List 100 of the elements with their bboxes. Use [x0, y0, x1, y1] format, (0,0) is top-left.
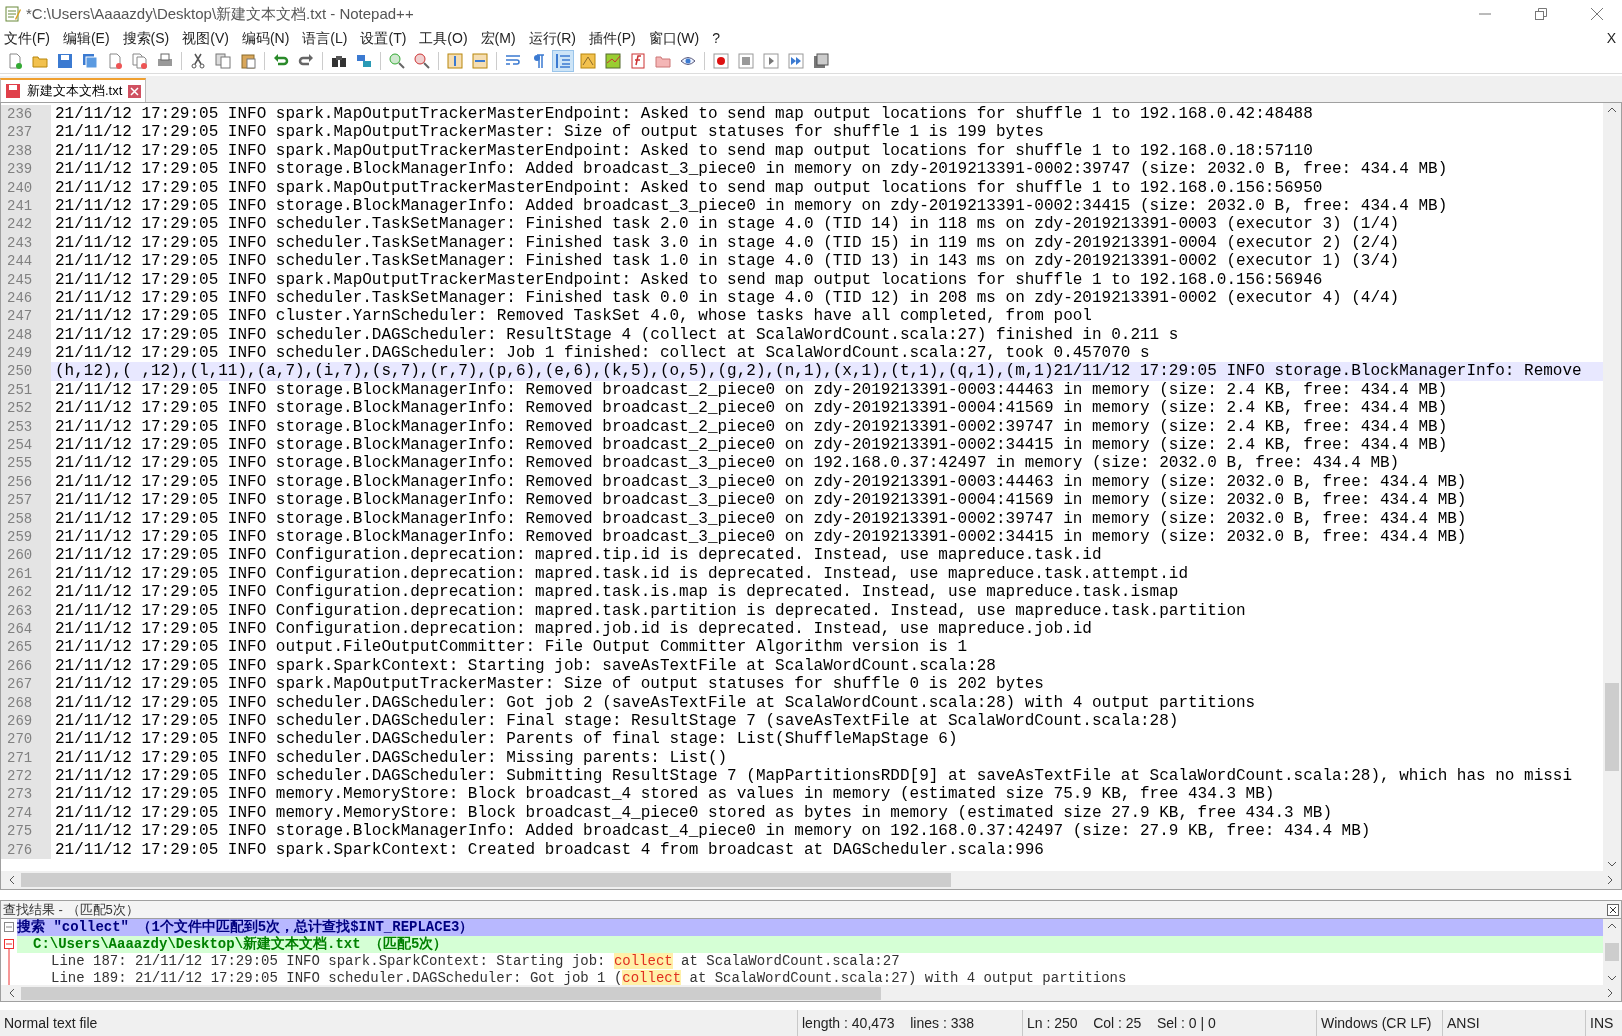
line-number: 272 — [1, 767, 51, 786]
line-number: 255 — [1, 454, 51, 473]
window-title: *C:\Users\Aaaazdy\Desktop\新建文本文档.txt - Notepad++ — [26, 3, 415, 24]
code-line: 21/11/12 17:29:05 INFO spark.MapOutputTrackerMaster: Size of output statuses for shuffle 0 is 202 bytes — [55, 675, 1044, 694]
close-icon[interactable] — [1607, 903, 1619, 916]
vertical-scrollbar[interactable] — [1603, 919, 1621, 985]
code-line: 21/11/12 17:29:05 INFO Configuration.deprecation: mapred.task.partition is deprecated. Instead, use mapreduce.task.partition — [55, 601, 1246, 620]
line-number: 254 — [1, 436, 51, 455]
line-number: 239 — [1, 160, 51, 179]
scroll-left-icon[interactable] — [9, 875, 15, 885]
line-number: 262 — [1, 583, 51, 602]
scrollbar-thumb[interactable] — [21, 986, 881, 1000]
code-line: 21/11/12 17:29:05 INFO spark.MapOutputTrackerMaster: Size of output statuses for shuffle 1 is 199 bytes — [55, 123, 1044, 142]
tab-label: 新建文本文档.txt — [27, 82, 123, 101]
line-number: 265 — [1, 638, 51, 657]
code-line: 21/11/12 17:29:05 INFO output.FileOutputCommitter: File Output Committer Algorithm version is 1 — [55, 638, 968, 657]
line-number: 249 — [1, 344, 51, 363]
horizontal-scrollbar[interactable] — [1, 871, 1621, 889]
menu-item[interactable]: 设置(T) — [360, 27, 407, 49]
document-length: length : 40,473 lines : 338 — [802, 1013, 974, 1033]
code-line: 21/11/12 17:29:05 INFO storage.BlockManagerInfo: Removed broadcast_2_piece0 on zdy-2019213391-0004:41569 in memory (size: 2.4 KB, free: 434.4 MB) — [55, 399, 1448, 418]
menu-item[interactable]: 插件(P) — [589, 27, 636, 49]
scroll-down-icon[interactable] — [1607, 975, 1617, 981]
scrollbar-thumb[interactable] — [21, 873, 951, 887]
result-line[interactable]: Line 189: 21/11/12 17:29:05 INFO scheduler.DAGScheduler: Got job 1 (collect at ScalaWordCount.scala:27) with 4 output partitions — [17, 970, 1603, 985]
code-line: 21/11/12 17:29:05 INFO scheduler.DAGScheduler: Submitting ResultStage 7 (MapPartitionsRDD[9] at saveAsTextFile at ScalaWordCount.scala:28), which has no missi — [55, 767, 1573, 786]
code-line: 21/11/12 17:29:05 INFO Configuration.deprecation: mapred.task.is.map is deprecated. Instead, use mapreduce.task.ismap — [55, 583, 1179, 602]
scroll-up-icon[interactable] — [1607, 107, 1617, 113]
scrollbar-thumb[interactable] — [1605, 683, 1619, 771]
code-line: 21/11/12 17:29:05 INFO storage.BlockManagerInfo: Removed broadcast_2_piece0 on zdy-2019213391-0003:44463 in memory (size: 2.4 KB, free: 434.4 MB) — [55, 380, 1448, 399]
menu-item[interactable]: 搜索(S) — [122, 27, 170, 49]
line-number: 236 — [1, 105, 51, 124]
code-line: 21/11/12 17:29:05 INFO scheduler.DAGScheduler: Job 1 finished: collect at ScalaWordCount.scala:27, took 0.457070 s — [55, 344, 1150, 363]
code-line: 21/11/12 17:29:05 INFO storage.BlockManagerInfo: Removed broadcast_3_piece0 on zdy-2019213391-0003:44463 in memory (size: 2032.0 B, free: 434.4 MB) — [55, 472, 1467, 491]
code-line: 21/11/12 17:29:05 INFO storage.BlockManagerInfo: Removed broadcast_3_piece0 on zdy-2019213391-0002:39747 in memory (size: 2032.0 B, free: 434.4 MB) — [55, 509, 1467, 528]
restore-icon[interactable] — [1534, 7, 1548, 21]
line-number: 260 — [1, 546, 51, 565]
menu-item[interactable]: 视图(V) — [182, 27, 229, 49]
code-line: 21/11/12 17:29:05 INFO storage.BlockManagerInfo: Removed broadcast_2_piece0 on zdy-2019213391-0002:39747 in memory (size: 2.4 KB, free: 434.4 MB) — [55, 417, 1448, 436]
code-line: 21/11/12 17:29:05 INFO memory.MemoryStore: Block broadcast_4_piece0 stored as bytes in memory (estimated size 27.9 KB, free 434.3 MB) — [55, 803, 1332, 822]
code-line: 21/11/12 17:29:05 INFO scheduler.TaskSetManager: Finished task 3.0 in stage 4.0 (TID 15) in 119 ms on zdy-2019213391-0004 (executor 2) (2/4) — [55, 233, 1400, 252]
code-line: 21/11/12 17:29:05 INFO storage.BlockManagerInfo: Removed broadcast_3_piece0 on zdy-2019213391-0002:34415 in memory (size: 2032.0 B, free: 434.4 MB) — [55, 528, 1467, 546]
cursor-position: Ln : 250 Col : 25 Sel : 0 | 0 — [1027, 1013, 1216, 1033]
save-icon — [5, 83, 21, 99]
close-document-button[interactable]: X — [1606, 27, 1616, 49]
code-line: 21/11/12 17:29:05 INFO scheduler.DAGScheduler: Missing parents: List() — [55, 748, 728, 767]
line-number: 267 — [1, 675, 51, 694]
line-number: 247 — [1, 307, 51, 326]
menu-item[interactable]: 编码(N) — [241, 27, 290, 49]
code-line: 21/11/12 17:29:05 INFO cluster.YarnScheduler: Removed TaskSet 4.0, whose tasks have all completed, from pool — [55, 307, 1092, 326]
menu-item[interactable]: ? — [712, 27, 721, 49]
line-number: 242 — [1, 215, 51, 234]
menu-item[interactable]: 编辑(E) — [62, 27, 110, 49]
line-number: 252 — [1, 399, 51, 418]
insert-mode: INS — [1590, 1013, 1614, 1033]
code-line: 21/11/12 17:29:05 INFO scheduler.TaskSetManager: Finished task 2.0 in stage 4.0 (TID 14) in 118 ms on zdy-2019213391-0003 (executor 3) (1/4) — [55, 215, 1400, 234]
scroll-down-icon[interactable] — [1607, 861, 1617, 867]
line-number: 257 — [1, 491, 51, 510]
scroll-up-icon[interactable] — [1607, 923, 1617, 929]
code-line: 21/11/12 17:29:05 INFO storage.BlockManagerInfo: Removed broadcast_2_piece0 on zdy-2019213391-0002:34415 in memory (size: 2.4 KB, free: 434.4 MB) — [55, 436, 1448, 455]
scroll-right-icon[interactable] — [1607, 875, 1613, 885]
scroll-left-icon[interactable] — [9, 988, 15, 998]
vertical-scrollbar[interactable] — [1603, 103, 1621, 871]
menu-item[interactable]: 文件(F) — [4, 27, 50, 49]
code-line: 21/11/12 17:29:05 INFO storage.BlockManagerInfo: Added broadcast_3_piece0 in memory on zdy-2019213391-0002:39747 (size: 2032.0 B, free: 434.4 MB) — [55, 160, 1448, 179]
line-number: 273 — [1, 785, 51, 804]
code-line: 21/11/12 17:29:05 INFO spark.SparkContext: Starting job: saveAsTextFile at ScalaWordCount.scala:28 — [55, 656, 996, 675]
code-line: 21/11/12 17:29:05 INFO storage.BlockManagerInfo: Added broadcast_4_piece0 in memory on 192.168.0.37:42497 (size: 27.9 KB, free: 434.4 MB) — [55, 822, 1371, 841]
line-ending: Windows (CR LF) — [1321, 1013, 1432, 1033]
menu-item[interactable]: 宏(M) — [480, 27, 516, 49]
line-number: 275 — [1, 822, 51, 841]
result-line[interactable]: Line 187: 21/11/12 17:29:05 INFO spark.SparkContext: Starting job: collect at ScalaWordCount.scala:27 — [17, 953, 1603, 970]
code-line: 21/11/12 17:29:05 INFO Configuration.deprecation: mapred.task.id is deprecated. Instead, use mapreduce.task.attempt.id — [55, 564, 1188, 583]
menu-item[interactable]: 语言(L) — [302, 27, 348, 49]
code-line: 21/11/12 17:29:05 INFO spark.MapOutputTrackerMasterEndpoint: Asked to send map output locations for shuffle 1 to 192.168.0.18:57110 — [55, 141, 1313, 160]
search-header: 搜索 "collect" （1个文件中匹配到5次，总计查找$INT_REPLACE3） — [17, 919, 1603, 936]
code-line: (h,12),( ,12),(l,11),(a,7),(i,7),(s,7),(r,7),(p,6),(e,6),(k,5),(o,5),(g,2),(n,1),(x,1),(t,1),(q,1),(m,1)21/11/12 17:29:05 INFO storage.BlockManagerInfo: Remove — [55, 362, 1582, 381]
code-line: 21/11/12 17:29:05 INFO spark.MapOutputTrackerMasterEndpoint: Asked to send map output locations for shuffle 1 to 192.168.0.156:56946 — [55, 270, 1323, 289]
horizontal-scrollbar[interactable] — [1, 985, 1621, 1001]
menu-item[interactable]: 窗口(W) — [648, 27, 700, 49]
code-line: 21/11/12 17:29:05 INFO scheduler.DAGScheduler: Parents of final stage: List(ShuffleMapStage 6) — [55, 730, 958, 749]
code-line: 21/11/12 17:29:05 INFO spark.MapOutputTrackerMasterEndpoint: Asked to send map output locations for shuffle 1 to 192.168.0.42:48488 — [55, 105, 1313, 123]
encoding-label: ANSI — [1447, 1013, 1480, 1033]
fold-margin-drawing[interactable] — [1, 919, 17, 985]
code-line: 21/11/12 17:29:05 INFO spark.SparkContext: Created broadcast 4 from broadcast at DAGScheduler.scala:996 — [55, 840, 1044, 859]
panel-title: 查找结果 - （匹配5次） — [3, 900, 140, 919]
line-number: 270 — [1, 730, 51, 749]
code-line: 21/11/12 17:29:05 INFO scheduler.DAGScheduler: Got job 2 (saveAsTextFile at ScalaWordCount.scala:28) with 4 output partitions — [55, 693, 1256, 712]
scrollbar-thumb[interactable] — [1605, 943, 1619, 961]
menu-item[interactable]: 运行(R) — [528, 27, 576, 49]
line-number: 244 — [1, 252, 51, 271]
scroll-right-icon[interactable] — [1607, 988, 1613, 998]
menu-item[interactable]: 工具(O) — [419, 27, 468, 49]
app-icon — [4, 5, 22, 23]
file-type-label: Normal text file — [4, 1013, 98, 1033]
line-number: 250 — [1, 362, 51, 381]
file-tab[interactable]: 新建文本文档.txt — [0, 78, 147, 102]
code-line: 21/11/12 17:29:05 INFO scheduler.DAGScheduler: Final stage: ResultStage 7 (saveAsTextFile at ScalaWordCount.scala:28) — [55, 711, 1179, 730]
code-line: 21/11/12 17:29:05 INFO scheduler.DAGScheduler: ResultStage 4 (collect at ScalaWordCount.scala:27) finished in 0.211 s — [55, 325, 1179, 344]
code-line: 21/11/12 17:29:05 INFO storage.BlockManagerInfo: Removed broadcast_3_piece0 on zdy-2019213391-0004:41569 in memory (size: 2032.0 B, free: 434.4 MB) — [55, 491, 1467, 510]
